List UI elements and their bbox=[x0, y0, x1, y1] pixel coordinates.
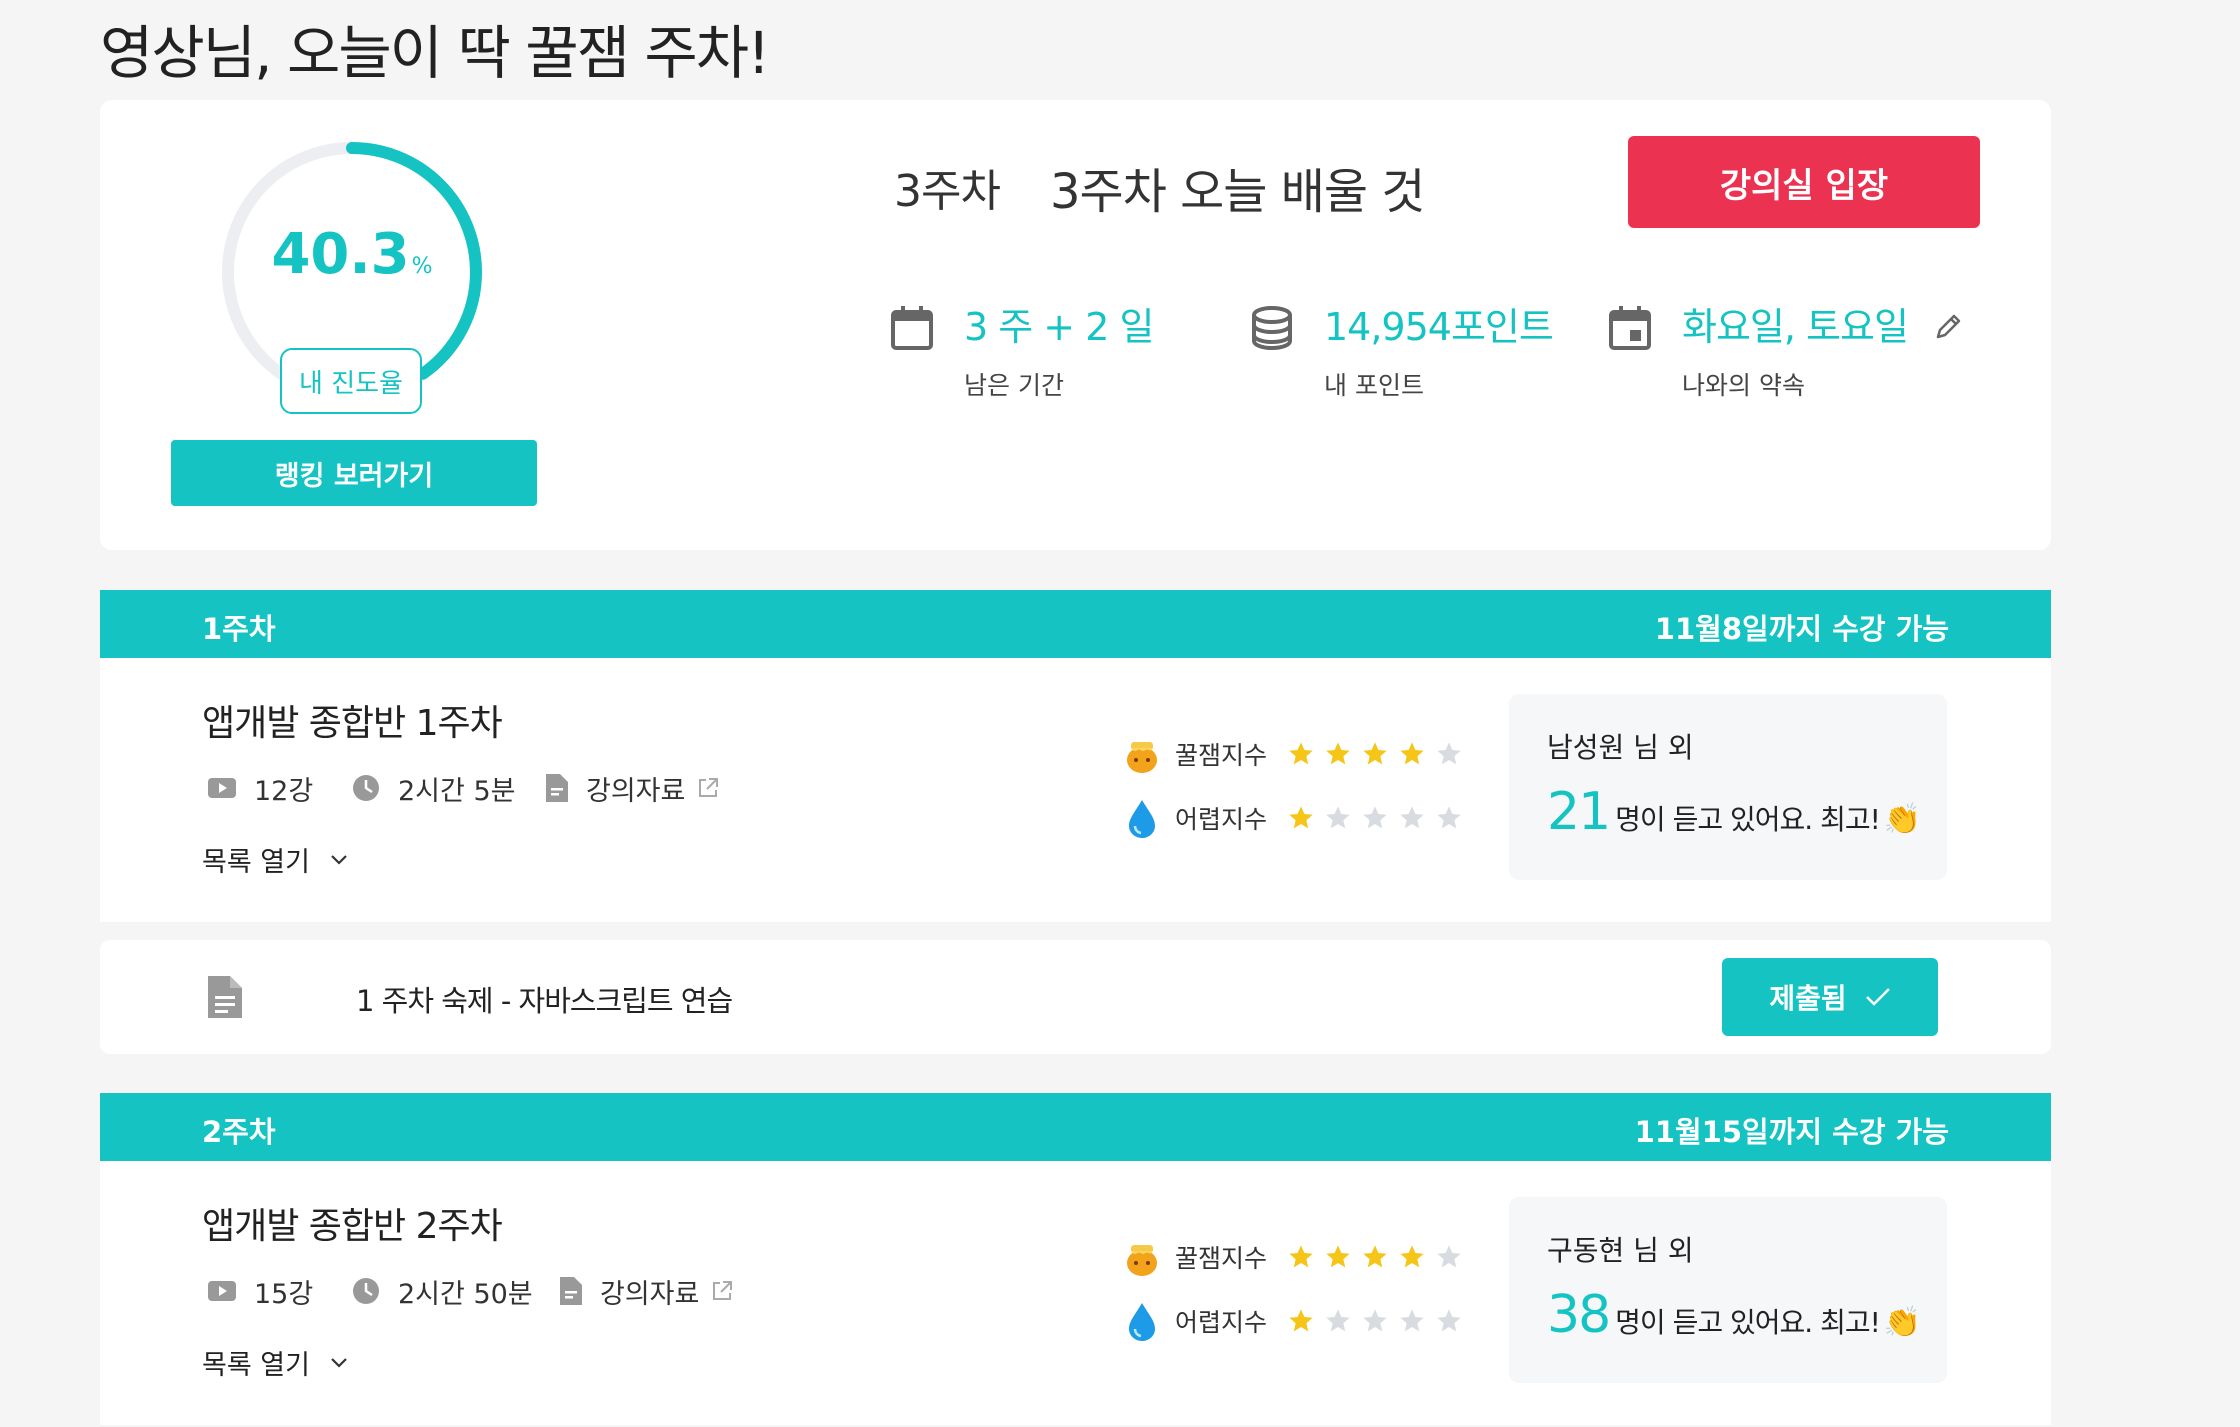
external-link-icon bbox=[713, 1281, 733, 1300]
course-card-week-1: 앱개발 종합반 1주차 12강 2시간 5분 강의자료 목록 열기 꿀잼지수 어… bbox=[100, 658, 2051, 922]
calendar-icon bbox=[891, 306, 933, 350]
document-icon bbox=[546, 774, 568, 802]
current-week: 3주차 bbox=[894, 166, 1001, 217]
honey-pot-icon bbox=[1127, 1245, 1157, 1276]
water-drop-icon bbox=[1129, 800, 1155, 838]
stat-value: 화요일, 토요일 bbox=[1682, 296, 1965, 351]
star-empty-icon bbox=[1326, 806, 1350, 829]
star-filled-icon bbox=[1289, 806, 1313, 829]
page-title: 영상님, 오늘이 딱 꿀잼 주차! bbox=[100, 19, 770, 87]
star-filled-icon bbox=[1289, 1245, 1313, 1268]
week-label: 2주차 bbox=[202, 1115, 276, 1149]
available-until: 11월8일까지 수강 가능 bbox=[1654, 612, 1949, 646]
listener-count: 38 bbox=[1547, 1285, 1611, 1345]
external-link-icon bbox=[699, 778, 719, 797]
clock-icon bbox=[353, 775, 379, 801]
ranking-button[interactable]: 랭킹 보러가기 bbox=[171, 440, 537, 506]
difficulty-label: 어렵지수 bbox=[1175, 1308, 1268, 1337]
star-empty-icon bbox=[1400, 806, 1424, 829]
listener-box: 구동현 님 외 38 명이 듣고 있어요. 최고! 👏 bbox=[1509, 1197, 1947, 1383]
progress-value: 40.3% bbox=[271, 222, 433, 287]
week-header-2: 2주차 11월15일까지 수강 가능 bbox=[100, 1093, 2051, 1161]
fun-rating: 꿀잼지수 bbox=[1125, 1235, 1463, 1279]
week-header-1: 1주차 11월8일까지 수강 가능 bbox=[100, 590, 2051, 658]
star-filled-icon bbox=[1400, 742, 1424, 765]
lecture-materials-link[interactable]: 강의자료 bbox=[546, 768, 719, 808]
check-icon bbox=[1865, 988, 1890, 1006]
homework-title: 1 주차 숙제 - 자바스크립트 연습 bbox=[356, 984, 733, 1018]
stat-value: 3 주 + 2 일 bbox=[964, 305, 1154, 349]
star-empty-icon bbox=[1437, 1309, 1461, 1332]
clapping-hands-icon: 👏 bbox=[1883, 1305, 1922, 1340]
star-empty-icon bbox=[1326, 1309, 1350, 1332]
star-empty-icon bbox=[1437, 806, 1461, 829]
open-list-toggle[interactable]: 목록 열기 bbox=[202, 1343, 348, 1382]
star-filled-icon bbox=[1363, 1245, 1387, 1268]
document-icon bbox=[560, 1277, 582, 1305]
listener-name: 남성원 님 외 bbox=[1547, 731, 1694, 764]
water-drop-icon bbox=[1129, 1303, 1155, 1341]
open-list-toggle[interactable]: 목록 열기 bbox=[202, 840, 348, 879]
difficulty-rating: 어렵지수 bbox=[1125, 1299, 1463, 1343]
star-filled-icon bbox=[1400, 1245, 1424, 1268]
lecture-count: 12강 bbox=[208, 768, 313, 808]
video-icon bbox=[208, 778, 236, 798]
star-empty-icon bbox=[1363, 806, 1387, 829]
fun-rating: 꿀잼지수 bbox=[1125, 732, 1463, 776]
listener-message: 명이 듣고 있어요. 최고! bbox=[1615, 803, 1881, 836]
fun-label: 꿀잼지수 bbox=[1175, 741, 1268, 770]
listener-message: 명이 듣고 있어요. 최고! bbox=[1615, 1306, 1881, 1339]
star-filled-icon bbox=[1363, 742, 1387, 765]
course-card-week-2: 앱개발 종합반 2주차 15강 2시간 50분 강의자료 목록 열기 꿀잼지수 … bbox=[100, 1161, 2051, 1425]
clock-icon bbox=[353, 1278, 379, 1304]
available-until: 11월15일까지 수강 가능 bbox=[1634, 1115, 1949, 1149]
star-empty-icon bbox=[1400, 1309, 1424, 1332]
difficulty-rating: 어렵지수 bbox=[1125, 796, 1463, 840]
listener-box: 남성원 님 외 21 명이 듣고 있어요. 최고! 👏 bbox=[1509, 694, 1947, 880]
fun-stars bbox=[1287, 740, 1463, 768]
total-duration: 2시간 50분 bbox=[352, 1271, 533, 1311]
lecture-count: 15강 bbox=[208, 1271, 313, 1311]
difficulty-stars bbox=[1287, 1307, 1463, 1335]
star-filled-icon bbox=[1326, 742, 1350, 765]
difficulty-stars bbox=[1287, 804, 1463, 832]
chevron-down-icon bbox=[331, 1357, 347, 1368]
homework-card: 1 주차 숙제 - 자바스크립트 연습 제출됨 bbox=[100, 940, 2051, 1054]
document-icon bbox=[208, 976, 242, 1018]
star-empty-icon bbox=[1363, 1309, 1387, 1332]
progress-label: 내 진도율 bbox=[280, 348, 422, 414]
star-empty-icon bbox=[1437, 742, 1461, 765]
star-empty-icon bbox=[1437, 1245, 1461, 1268]
current-topic: 3주차 오늘 배울 것 bbox=[1050, 164, 1425, 220]
fun-stars bbox=[1287, 1243, 1463, 1271]
stat-value: 14,954포인트 bbox=[1324, 305, 1554, 349]
clapping-hands-icon: 👏 bbox=[1883, 802, 1922, 837]
lecture-materials-link[interactable]: 강의자료 bbox=[560, 1271, 733, 1311]
enter-classroom-button[interactable]: 강의실 입장 bbox=[1628, 136, 1980, 228]
total-duration: 2시간 5분 bbox=[352, 768, 515, 808]
star-filled-icon bbox=[1289, 1309, 1313, 1332]
edit-pencil-icon[interactable] bbox=[1933, 310, 1965, 342]
difficulty-label: 어렵지수 bbox=[1175, 805, 1268, 834]
week-label: 1주차 bbox=[202, 612, 276, 646]
submitted-button[interactable]: 제출됨 bbox=[1722, 958, 1938, 1036]
listener-name: 구동현 님 외 bbox=[1547, 1234, 1694, 1267]
course-title: 앱개발 종합반 2주차 bbox=[202, 1206, 503, 1247]
chevron-down-icon bbox=[331, 854, 347, 865]
listener-count: 21 bbox=[1547, 782, 1611, 842]
stat-label: 내 포인트 bbox=[1324, 371, 1424, 400]
stat-label: 나와의 약속 bbox=[1682, 371, 1805, 400]
honey-pot-icon bbox=[1127, 742, 1157, 773]
stat-label: 남은 기간 bbox=[964, 371, 1064, 400]
star-filled-icon bbox=[1326, 1245, 1350, 1268]
fun-label: 꿀잼지수 bbox=[1175, 1244, 1268, 1273]
calendar-event-icon bbox=[1609, 306, 1651, 350]
coin-stack-icon bbox=[1252, 306, 1292, 351]
course-title: 앱개발 종합반 1주차 bbox=[202, 703, 503, 744]
star-filled-icon bbox=[1289, 742, 1313, 765]
video-icon bbox=[208, 1281, 236, 1301]
